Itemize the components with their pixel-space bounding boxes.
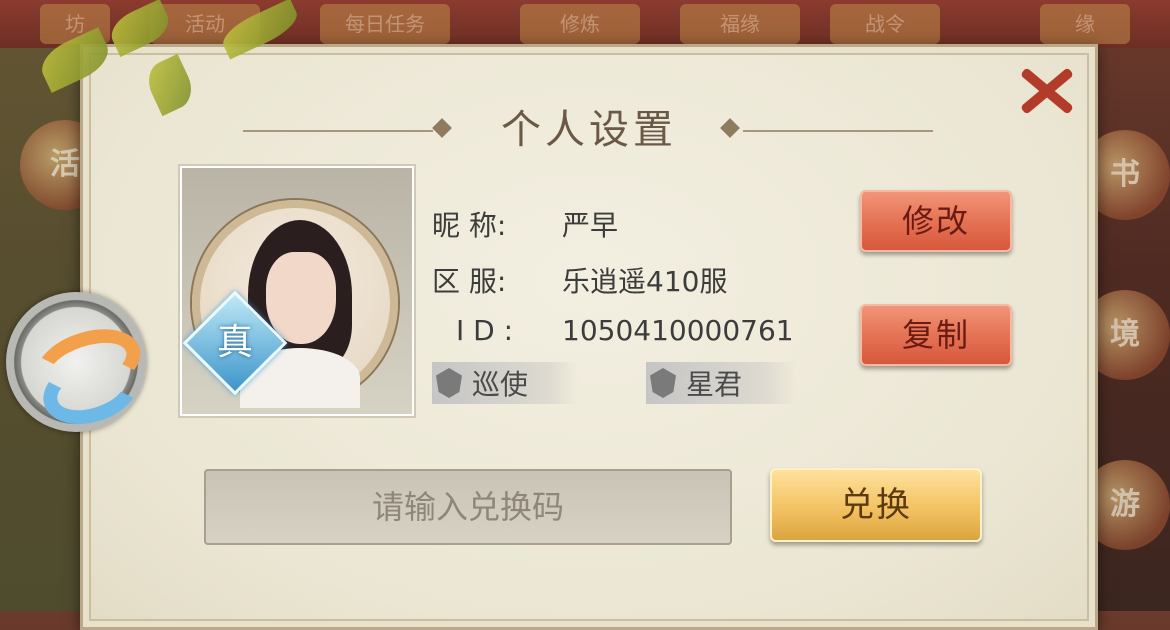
server-label: 区 服: [432,265,507,298]
rank-crest-icon [646,364,682,402]
floating-assistant-button[interactable] [6,292,150,436]
dialog-header: 个人设置 [83,105,1095,155]
title-deco-line-right [743,130,933,132]
rank-crest-icon [432,364,468,402]
modify-nickname-button[interactable]: 修改 [860,190,1012,252]
dialog-title: 个人设置 [501,107,677,153]
redeem-button[interactable]: 兑换 [770,468,982,542]
avatar[interactable]: 真 [180,166,414,416]
avatar-face [266,252,336,344]
nickname-label: 昵 称: [432,209,507,242]
title-tag-label: 巡使 [472,368,529,401]
copy-id-button[interactable]: 复制 [860,304,1012,366]
bg-top-item: 福缘 [680,4,800,44]
id-label: I D : [456,314,514,347]
close-button[interactable] [1012,62,1078,120]
bg-top-item: 战令 [830,4,940,44]
redeem-code-input[interactable] [204,469,732,545]
verified-badge-label: 真 [216,322,253,363]
title-tag-2: 星君 [646,362,796,404]
title-tag-label: 星君 [686,368,743,401]
id-value: 1050410000761 [562,314,794,347]
server-value: 乐逍遥410服 [562,265,728,298]
title-tag-1: 巡使 [432,362,578,404]
nickname-value: 严早 [562,209,619,242]
bg-top-item: 修炼 [520,4,640,44]
bg-top-item: 每日任务 [320,4,450,44]
bg-top-item: 缘 [1040,4,1130,44]
